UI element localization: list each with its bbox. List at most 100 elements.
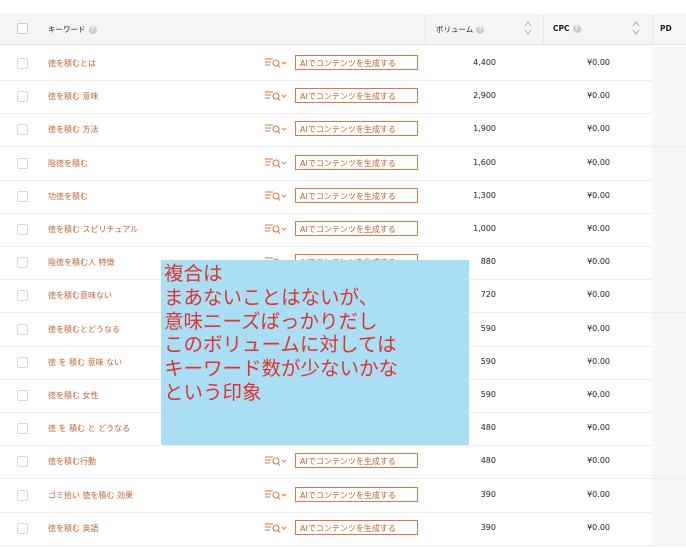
row-checkbox[interactable] bbox=[17, 124, 28, 136]
generate-content-ai-button[interactable]: AIでコンテンツを生成する bbox=[295, 519, 418, 535]
keyword-link[interactable]: ゴミ拾い 徳を積む 効果 bbox=[48, 490, 133, 501]
column-divider bbox=[543, 14, 544, 44]
generate-content-ai-button[interactable]: AIでコンテンツを生成する bbox=[295, 55, 418, 70]
pd-cell bbox=[652, 179, 686, 213]
cpc-value: ¥0.00 bbox=[587, 390, 610, 399]
keyword-link[interactable]: 徳 を 積む と どうなる bbox=[48, 423, 130, 434]
filter-search-icon[interactable] bbox=[264, 123, 288, 135]
cpc-value: ¥0.00 bbox=[587, 224, 610, 233]
volume-column-header[interactable]: ボリューム? bbox=[436, 24, 485, 35]
row-checkbox[interactable] bbox=[17, 58, 28, 69]
cpc-value: ¥0.00 bbox=[587, 522, 610, 532]
generate-content-ai-button[interactable]: AIでコンテンツを生成する bbox=[295, 187, 418, 203]
volume-value: 1,300 bbox=[473, 190, 496, 200]
row-checkbox[interactable] bbox=[17, 390, 28, 401]
cpc-value: ¥0.00 bbox=[587, 157, 610, 167]
table-row: 徳を積む 方法 AIでコンテンツを生成する 1,900 ¥0.00 bbox=[0, 113, 686, 148]
question-circle-icon[interactable]: ? bbox=[476, 26, 485, 34]
cpc-value: ¥0.00 bbox=[587, 190, 610, 200]
keyword-link[interactable]: 徳を積む 英語 bbox=[48, 523, 99, 534]
pd-cell bbox=[652, 279, 686, 313]
generate-content-ai-button[interactable]: AIでコンテンツを生成する bbox=[295, 486, 418, 502]
annotation-note: 複合は まあないことはないが、 意味ニーズばっかりだし このボリュームに対しては… bbox=[161, 260, 469, 445]
row-checkbox[interactable] bbox=[17, 157, 28, 169]
generate-content-ai-button[interactable]: AIでコンテンツを生成する bbox=[295, 121, 418, 137]
generate-content-ai-button[interactable]: AIでコンテンツを生成する bbox=[295, 154, 418, 170]
cpc-value: ¥0.00 bbox=[587, 58, 610, 67]
keyword-link[interactable]: 徳を積む 方法 bbox=[48, 124, 99, 135]
keyword-link[interactable]: 徳を積むとは bbox=[48, 58, 96, 69]
cpc-column-header[interactable]: CPC? bbox=[553, 24, 581, 33]
keyword-link[interactable]: 徳を積む スピリチュアル bbox=[48, 224, 138, 235]
row-checkbox[interactable] bbox=[17, 190, 28, 202]
filter-search-icon[interactable] bbox=[264, 522, 288, 534]
table-row: 徳を積む行動 AIでコンテンツを生成する 480 ¥0.00 bbox=[0, 445, 686, 480]
keyword-link[interactable]: 陰徳を積む人 特徴 bbox=[48, 257, 115, 268]
filter-search-icon[interactable] bbox=[264, 223, 288, 235]
cpc-value: ¥0.00 bbox=[587, 323, 610, 333]
volume-value: 4,400 bbox=[473, 58, 496, 67]
keyword-link[interactable]: 徳を積む 意味 bbox=[48, 91, 99, 102]
pd-cell bbox=[652, 47, 686, 80]
keyword-column-header[interactable]: キーワード? bbox=[48, 24, 97, 35]
keyword-link[interactable]: 徳を積む行動 bbox=[48, 456, 96, 467]
cpc-value: ¥0.00 bbox=[587, 290, 610, 300]
row-checkbox[interactable] bbox=[17, 290, 28, 302]
cpc-value: ¥0.00 bbox=[587, 257, 610, 267]
row-checkbox[interactable] bbox=[17, 423, 28, 435]
keyword-link[interactable]: 徳を積む意味ない bbox=[48, 290, 112, 301]
pd-cell bbox=[652, 379, 686, 412]
pd-cell bbox=[652, 412, 686, 446]
pd-cell bbox=[652, 312, 686, 346]
volume-value: 390 bbox=[480, 489, 496, 499]
filter-search-icon[interactable] bbox=[264, 455, 288, 467]
volume-value: 480 bbox=[480, 456, 496, 466]
keyword-link[interactable]: 功徳を積む bbox=[48, 191, 88, 202]
sort-cpc-icon[interactable] bbox=[632, 20, 640, 36]
filter-search-icon[interactable] bbox=[264, 57, 288, 69]
row-checkbox[interactable] bbox=[17, 257, 28, 269]
keyword-link[interactable]: 徳を積む 女性 bbox=[48, 390, 99, 401]
pd-cell bbox=[652, 478, 686, 512]
filter-search-icon[interactable] bbox=[264, 90, 288, 102]
cpc-value: ¥0.00 bbox=[587, 423, 610, 433]
table-header: キーワード? ボリューム? CPC? PD bbox=[0, 14, 686, 45]
row-checkbox[interactable] bbox=[17, 91, 28, 103]
table-row: 徳を積む スピリチュアル AIでコンテンツを生成する 1,000 ¥0.00 bbox=[0, 213, 686, 247]
table-row: 陰徳を積む AIでコンテンツを生成する 1,600 ¥0.00 bbox=[0, 146, 686, 181]
row-checkbox[interactable] bbox=[17, 456, 28, 468]
filter-search-icon[interactable] bbox=[264, 489, 288, 501]
row-checkbox[interactable] bbox=[17, 356, 28, 368]
table-row: 徳を積むとは AIでコンテンツを生成する 4,400 ¥0.00 bbox=[0, 47, 686, 81]
pd-cell bbox=[652, 146, 686, 180]
volume-value: 2,900 bbox=[473, 91, 496, 101]
cpc-value: ¥0.00 bbox=[587, 124, 610, 134]
filter-search-icon[interactable] bbox=[264, 157, 288, 169]
volume-value: 1,600 bbox=[473, 157, 496, 167]
row-checkbox[interactable] bbox=[17, 323, 28, 335]
cpc-value: ¥0.00 bbox=[587, 356, 610, 366]
table-row: 徳を積む 英語 AIでコンテンツを生成する 390 ¥0.00 bbox=[0, 511, 686, 546]
row-checkbox[interactable] bbox=[17, 224, 28, 235]
keyword-link[interactable]: 徳 を 積む 意味 ない bbox=[48, 357, 122, 368]
generate-content-ai-button[interactable]: AIでコンテンツを生成する bbox=[295, 88, 418, 104]
pd-cell bbox=[652, 511, 686, 545]
table-row: 功徳を積む AIでコンテンツを生成する 1,300 ¥0.00 bbox=[0, 179, 686, 214]
question-circle-icon[interactable]: ? bbox=[572, 25, 581, 33]
filter-search-icon[interactable] bbox=[264, 190, 288, 202]
keyword-link[interactable]: 陰徳を積む bbox=[48, 158, 88, 169]
pd-column-header[interactable]: PD bbox=[660, 24, 672, 33]
cpc-value: ¥0.00 bbox=[587, 489, 610, 499]
keyword-link[interactable]: 徳を積むとどうなる bbox=[48, 324, 120, 335]
question-circle-icon[interactable]: ? bbox=[88, 26, 97, 34]
generate-content-ai-button[interactable]: AIでコンテンツを生成する bbox=[295, 221, 418, 236]
column-divider bbox=[652, 14, 653, 44]
row-checkbox[interactable] bbox=[17, 489, 28, 501]
cpc-value: ¥0.00 bbox=[587, 91, 610, 101]
cpc-value: ¥0.00 bbox=[587, 456, 610, 466]
pd-cell bbox=[652, 445, 686, 479]
generate-content-ai-button[interactable]: AIでコンテンツを生成する bbox=[295, 453, 418, 469]
select-all-checkbox[interactable] bbox=[17, 23, 28, 34]
sort-volume-icon[interactable] bbox=[524, 20, 532, 36]
row-checkbox[interactable] bbox=[17, 522, 28, 534]
